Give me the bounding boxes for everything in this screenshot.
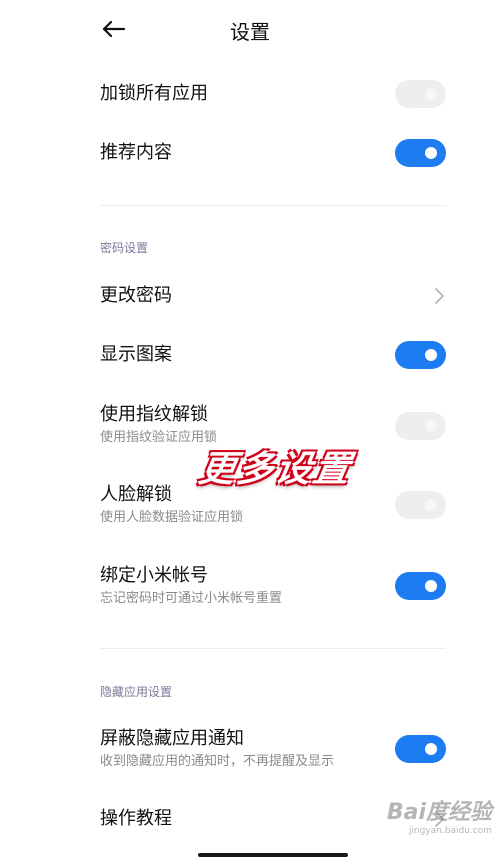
page-title: 设置 [230, 20, 270, 44]
bind-mi-account-subtitle: 忘记密码时可通过小米帐号重置 [100, 591, 283, 606]
section-label-hidden-apps: 隐藏应用设置 [100, 685, 173, 699]
show-pattern-toggle[interactable] [395, 341, 446, 369]
bind-mi-account-row[interactable]: 绑定小米帐号 忘记密码时可通过小米帐号重置 [100, 564, 446, 610]
toggle-knob [425, 580, 437, 592]
recommended-content-row[interactable]: 推荐内容 [100, 139, 446, 167]
settings-screen: 设置 加锁所有应用 推荐内容 密码设置 更改密码 显示图案 使用指纹解锁 使用指… [0, 0, 500, 860]
face-unlock-subtitle: 使用人脸数据验证应用锁 [100, 510, 244, 525]
change-password-label: 更改密码 [100, 285, 172, 306]
block-hidden-notifications-row[interactable]: 屏蔽隐藏应用通知 收到隐藏应用的通知时，不再提醒及显示 [100, 727, 446, 773]
home-indicator[interactable] [198, 853, 348, 857]
toggle-knob [425, 743, 437, 755]
toggle-knob [425, 499, 437, 511]
section-label-password: 密码设置 [100, 241, 149, 255]
toggle-knob [425, 88, 437, 100]
change-password-row[interactable]: 更改密码 [100, 282, 446, 310]
chevron-right-icon [435, 288, 444, 304]
lock-all-apps-row[interactable]: 加锁所有应用 [100, 80, 446, 108]
block-hidden-notifications-toggle[interactable] [395, 735, 446, 763]
overlay-caption: 更多设置 [195, 448, 356, 490]
toggle-knob [425, 349, 437, 361]
face-unlock-toggle[interactable] [395, 491, 446, 519]
section-divider [100, 205, 446, 206]
recommended-content-toggle[interactable] [395, 139, 446, 167]
baidu-watermark: Bai度经验 jingyan.baidu.com [387, 794, 492, 836]
section-divider [100, 648, 446, 649]
watermark-brand: Bai度经验 [386, 800, 492, 825]
lock-all-apps-toggle[interactable] [395, 80, 446, 108]
show-pattern-row[interactable]: 显示图案 [100, 341, 446, 369]
header-bar: 设置 [0, 0, 500, 58]
toggle-knob [425, 147, 437, 159]
fingerprint-unlock-toggle[interactable] [395, 412, 446, 440]
toggle-knob [425, 420, 437, 432]
block-hidden-notifications-subtitle: 收到隐藏应用的通知时，不再提醒及显示 [100, 754, 335, 769]
bind-mi-account-toggle[interactable] [395, 572, 446, 600]
watermark-url: jingyan.baidu.com [408, 826, 492, 836]
